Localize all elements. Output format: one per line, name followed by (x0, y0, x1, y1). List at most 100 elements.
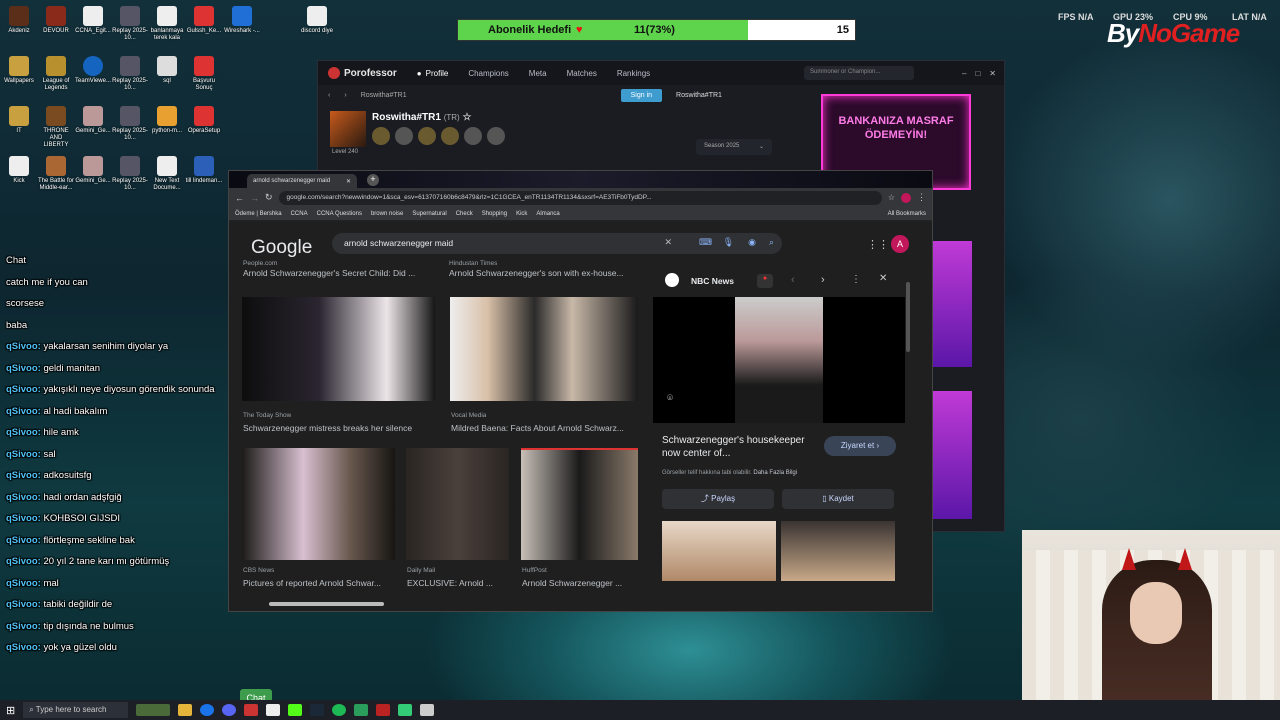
desktop-icon[interactable]: IT (0, 106, 38, 135)
desktop-icon[interactable]: Akdeniz (0, 6, 38, 35)
result-image[interactable] (521, 448, 638, 560)
bookmark[interactable]: CCNA (291, 211, 308, 217)
summoner-search-input[interactable]: Summoner or Champion... (804, 66, 914, 80)
search-input[interactable]: arnold schwarzenegger maid ✕ ⌨ 🎙 ◉ ⌕ (332, 233, 782, 254)
result-image[interactable] (406, 448, 509, 560)
nav-rankings[interactable]: Rankings (607, 69, 660, 78)
bookmark[interactable]: Shopping (482, 211, 507, 217)
chrome-icon[interactable] (200, 704, 215, 716)
desktop-icon[interactable]: OperaSetup (185, 106, 223, 135)
desktop-icon[interactable]: till lindeman... (185, 156, 223, 185)
desktop-icon[interactable]: The Battle for Middle-ear... (37, 156, 75, 192)
result-title[interactable]: Schwarzenegger mistress breaks her silen… (243, 423, 436, 433)
desktop-icon[interactable]: TeamViewe... (74, 56, 112, 85)
desktop-icon[interactable]: Wireshark -... (222, 6, 262, 35)
discord-icon[interactable] (222, 704, 237, 716)
steam-icon[interactable] (310, 704, 325, 716)
more-options-icon[interactable]: ⋮ (851, 274, 861, 285)
desktop-icon[interactable]: Replay 2025-10... (111, 6, 149, 42)
close-icon[interactable]: ✕ (989, 69, 996, 78)
desktop-icon[interactable]: Replay 2025-10... (111, 106, 149, 142)
desktop-icon[interactable]: Kick (0, 156, 38, 185)
desktop-icon[interactable]: Gemini_Ge... (74, 156, 112, 185)
preview-image[interactable] (735, 297, 823, 423)
desktop-icon[interactable]: DEVOUR (37, 6, 75, 35)
reload-icon[interactable]: ↻ (265, 192, 273, 203)
related-image[interactable] (781, 521, 895, 581)
menu-icon[interactable]: ⋮ (917, 192, 926, 203)
minimize-icon[interactable]: – (962, 69, 966, 78)
desktop-icon[interactable]: Gulssh_Ke... (185, 6, 223, 35)
taskbar-search[interactable]: ⌕ Type here to search (23, 702, 129, 718)
result-title[interactable]: Mildred Baena: Facts About Arnold Schwar… (451, 423, 639, 433)
forward-icon[interactable]: → (250, 193, 259, 203)
result-title[interactable]: EXCLUSIVE: Arnold ... (407, 578, 510, 588)
desktop-icon[interactable]: League of Legends (37, 56, 75, 92)
new-tab-button[interactable]: + (367, 174, 379, 186)
desktop-icon[interactable]: Wallpapers (0, 56, 38, 85)
visit-button[interactable]: Ziyaret et › (824, 436, 896, 456)
profile-avatar[interactable] (901, 192, 911, 203)
result-title[interactable]: Arnold Schwarzenegger's Secret Child: Di… (243, 268, 433, 278)
bookmark[interactable]: CCNA Questions (317, 211, 362, 217)
desktop-icon[interactable]: python-m... (148, 106, 186, 135)
nav-champions[interactable]: Champions (458, 69, 518, 78)
share-button[interactable]: ⤴ Paylaş (662, 489, 774, 509)
all-bookmarks[interactable]: All Bookmarks (888, 211, 926, 217)
desktop-icon[interactable]: Replay 2025-10... (111, 56, 149, 92)
windows-start-icon[interactable]: ⊞ (6, 704, 15, 717)
desktop-icon[interactable]: Gemini_Ge... (74, 106, 112, 135)
desktop-icon[interactable]: discord diye (298, 6, 336, 35)
bookmark[interactable]: Ödeme | Bershka (235, 211, 282, 217)
app-icon[interactable] (244, 704, 259, 716)
result-image[interactable] (450, 297, 638, 401)
preview-source[interactable]: NBC News (691, 276, 734, 286)
save-button[interactable]: ▯ Kaydet (782, 489, 894, 509)
close-icon[interactable]: ✕ (879, 273, 887, 284)
bookmark[interactable]: Check (456, 211, 473, 217)
result-title[interactable]: Arnold Schwarzenegger ... (522, 578, 639, 588)
app-icon[interactable] (398, 704, 413, 716)
browser-tab[interactable]: arnold schwarzenegger maid ✕ (247, 174, 357, 188)
spotify-icon[interactable] (332, 704, 347, 716)
desktop-icon[interactable]: THRONE AND LIBERTY (37, 106, 75, 149)
google-logo[interactable]: Google (251, 237, 312, 259)
nav-profile[interactable]: ● Profile (407, 69, 459, 78)
panel-scrollbar[interactable] (906, 282, 910, 352)
lens-icon[interactable]: ◉ (748, 237, 756, 248)
address-bar[interactable]: google.com/search?newwindow=1&sca_esv=61… (278, 190, 882, 205)
back-icon[interactable]: ‹ (328, 92, 330, 99)
bookmark[interactable]: Almanca (536, 211, 559, 217)
desktop-icon[interactable]: Başvuru Sonuç (185, 56, 223, 92)
bookmark[interactable]: Kick (516, 211, 527, 217)
star-icon[interactable]: ☆ (888, 193, 895, 202)
keyboard-icon[interactable]: ⌨ (699, 237, 712, 248)
season-select[interactable]: Season 2025 ⌄ (696, 139, 772, 155)
related-image[interactable] (662, 521, 776, 581)
app-icon[interactable] (420, 704, 435, 716)
result-title[interactable]: Arnold Schwarzenegger's son with ex-hous… (449, 268, 639, 278)
bookmark[interactable]: brown noise (371, 211, 403, 217)
app-icon[interactable] (376, 704, 391, 716)
kick-icon[interactable] (288, 704, 303, 716)
bookmark[interactable]: Supernatural (412, 211, 446, 217)
result-title[interactable]: Pictures of reported Arnold Schwar... (243, 578, 396, 588)
clear-icon[interactable]: ✕ (664, 237, 672, 248)
microphone-icon[interactable]: 🎙 (723, 237, 734, 248)
close-tab-icon[interactable]: ✕ (346, 178, 351, 185)
desktop-icon[interactable]: New Text Docume... (148, 156, 186, 192)
weather-icon[interactable] (136, 704, 171, 716)
learn-more-link[interactable]: Daha Fazla Bilgi (753, 470, 797, 476)
account-avatar[interactable]: A (891, 235, 909, 253)
extension-icon[interactable]: ✦ (757, 274, 773, 288)
result-image[interactable] (242, 297, 435, 401)
maximize-icon[interactable]: □ (975, 69, 980, 78)
result-image[interactable] (242, 448, 395, 560)
prev-image-icon[interactable]: ‹ (791, 274, 795, 286)
app-icon[interactable] (266, 704, 281, 716)
sign-in-button[interactable]: Sign in (620, 88, 663, 102)
desktop-icon[interactable]: Replay 2025-10... (111, 156, 149, 192)
file-explorer-icon[interactable] (178, 704, 193, 716)
desktop-icon[interactable]: CCNA_Egit... (74, 6, 112, 35)
forward-icon[interactable]: › (344, 92, 346, 99)
